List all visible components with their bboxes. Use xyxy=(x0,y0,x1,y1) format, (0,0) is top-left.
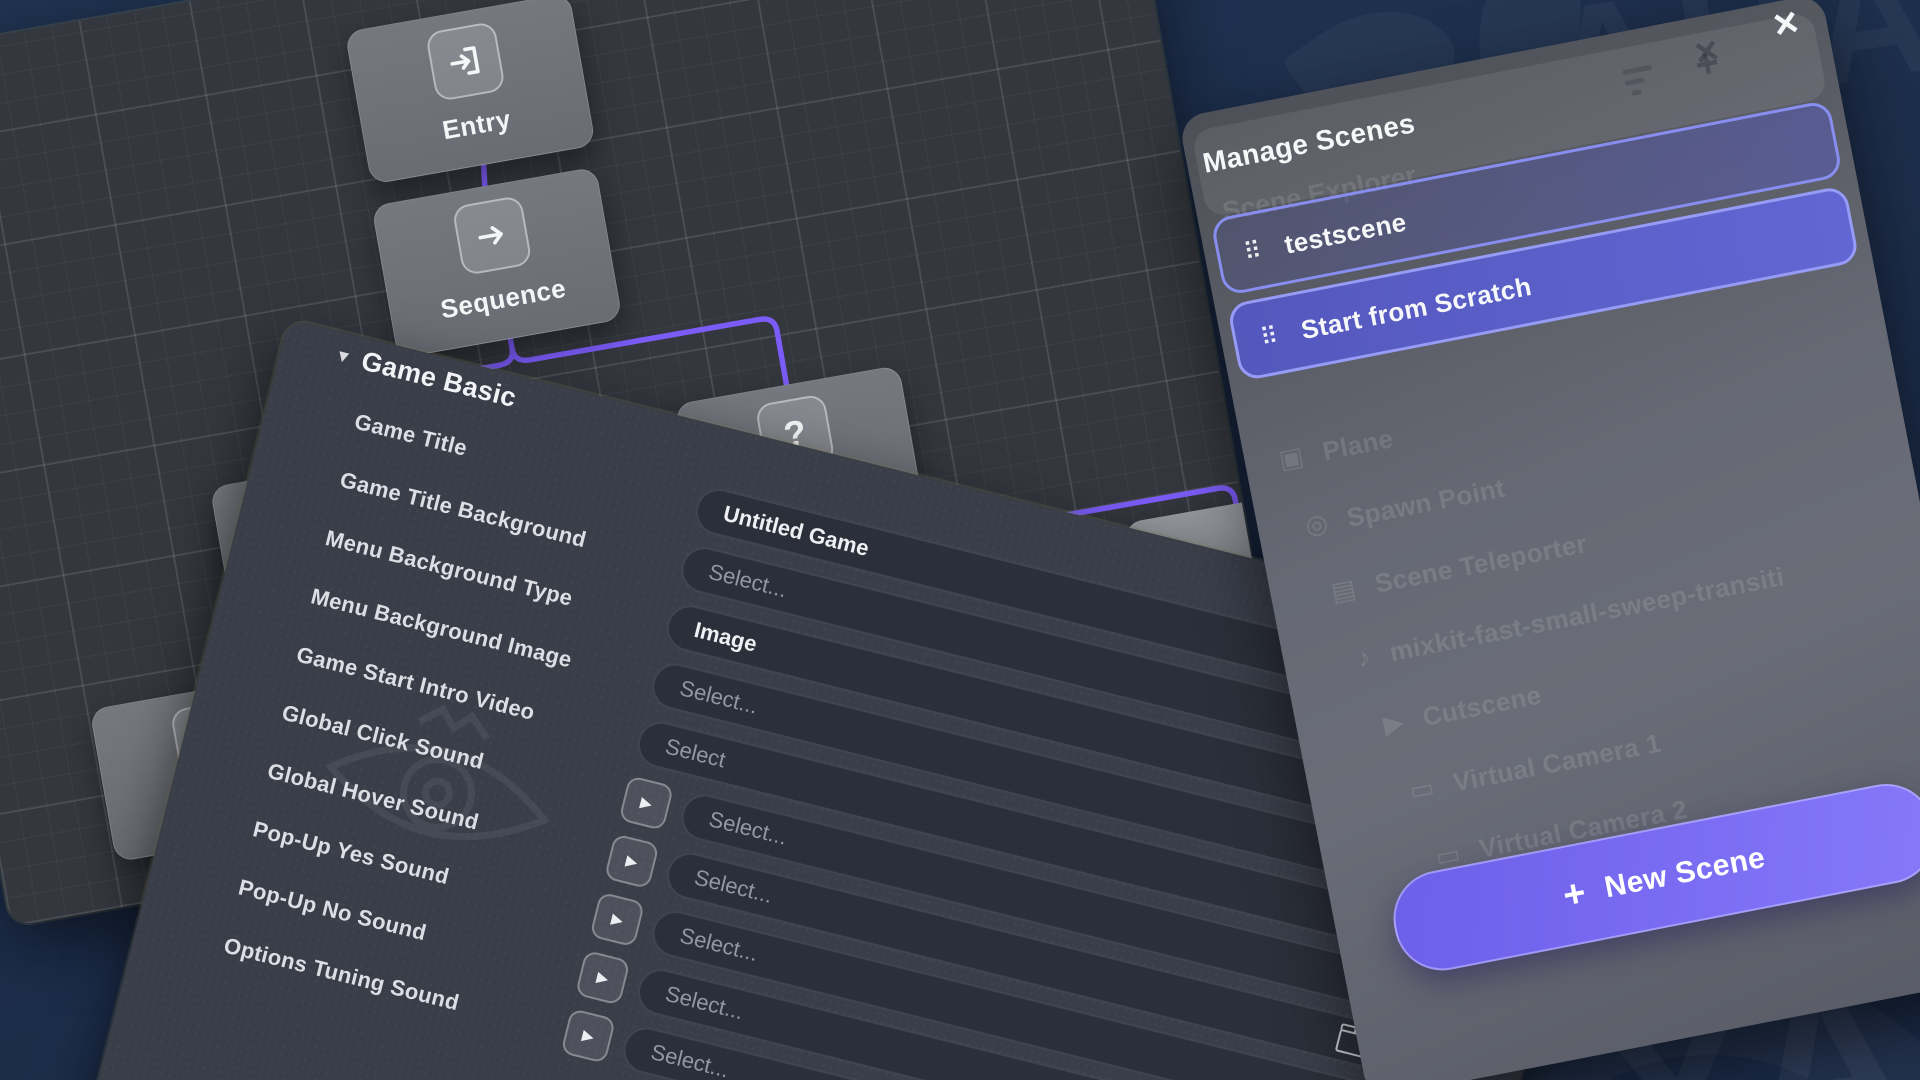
play-sound-button[interactable]: ▶ xyxy=(604,833,660,889)
property-value: Select... xyxy=(677,923,760,967)
enter-icon xyxy=(425,21,506,102)
ghost-item-label: Spawn Point xyxy=(1344,473,1507,534)
ghost-item-icon: ♪ xyxy=(1355,641,1374,674)
property-value: Select... xyxy=(648,1039,731,1080)
editor-stage: AHA YAH Entry Sequence xyxy=(0,0,1920,1080)
new-scene-label: New Scene xyxy=(1602,841,1768,905)
drag-handle-icon[interactable]: ⠿ xyxy=(1258,321,1279,352)
scene-name: Start from Scratch xyxy=(1298,270,1534,345)
play-sound-button[interactable]: ▶ xyxy=(560,1008,616,1064)
ghost-scene-item: ▣ Plane xyxy=(1276,423,1396,476)
play-sound-button[interactable]: ▶ xyxy=(589,892,645,948)
ghost-item-icon: ◎ xyxy=(1302,507,1330,542)
ghost-item-label: Plane xyxy=(1320,423,1396,467)
drag-handle-icon[interactable]: ⠿ xyxy=(1241,236,1262,267)
node-label: Entry xyxy=(440,104,513,147)
property-value: Untitled Game xyxy=(721,501,872,562)
ghost-scene-item: ◎ Spawn Point xyxy=(1302,473,1507,542)
collapse-chevron-icon[interactable]: ▾ xyxy=(336,343,352,370)
property-value: Select... xyxy=(663,981,746,1025)
play-sound-button[interactable]: ▶ xyxy=(618,775,674,831)
property-value: Select... xyxy=(706,559,789,603)
ghost-scene-item: ▭ Virtual Camera 1 xyxy=(1407,728,1664,807)
ghost-item-label: Virtual Camera 1 xyxy=(1451,728,1664,799)
ghost-item-label: Scene Teleporter xyxy=(1372,528,1589,600)
ghost-item-icon: ▤ xyxy=(1328,573,1358,608)
property-value: Select... xyxy=(677,675,760,719)
ghost-item-icon: ▭ xyxy=(1407,772,1437,807)
property-value: Select xyxy=(663,733,729,773)
ghost-scene-item: ▶ Cutscene xyxy=(1381,680,1544,741)
property-value: Image xyxy=(692,617,760,658)
node-label: Sequence xyxy=(438,273,568,326)
property-value: Select... xyxy=(706,806,789,850)
plus-icon: + xyxy=(1560,874,1589,916)
ghost-item-icon: ▣ xyxy=(1276,441,1306,476)
ghost-filter-icon xyxy=(1622,65,1658,103)
property-value: Select... xyxy=(692,864,775,908)
ghost-scene-item: ▤ Scene Teleporter xyxy=(1328,528,1589,608)
scene-name: testscene xyxy=(1282,206,1409,260)
ghost-item-icon: ▶ xyxy=(1381,706,1407,740)
ghost-item-label: Cutscene xyxy=(1420,680,1544,733)
arrow-right-icon xyxy=(452,195,533,276)
play-sound-button[interactable]: ▶ xyxy=(575,950,631,1006)
